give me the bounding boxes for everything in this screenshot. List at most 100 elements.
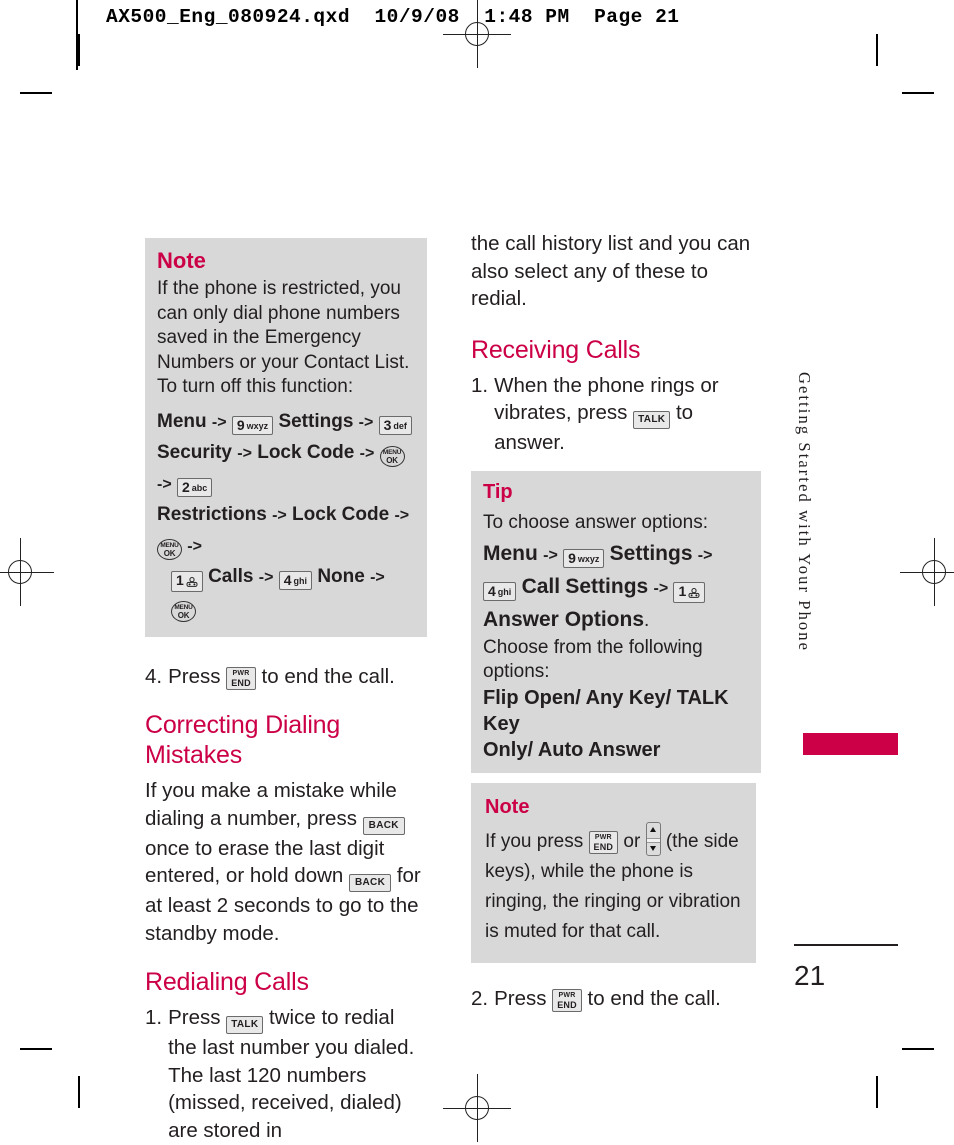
lock-code-label: Lock Code (257, 441, 355, 463)
calls-label: Calls (208, 565, 254, 587)
step-number: 2. (471, 986, 489, 1010)
registration-mark-left (0, 538, 54, 606)
crop-mark-bottom-right-v (876, 1076, 878, 1108)
menu-ok-key-icon: MENU OK (379, 445, 405, 467)
back-key-icon: BACK (362, 816, 405, 835)
tip-callout-box: Tip To choose answer options: Menu -> 9w… (471, 470, 761, 773)
menu-label: Menu (483, 541, 538, 565)
arrow-glyph: -> (653, 579, 669, 597)
note-box-paragraph: If the phone is restricted, you can only… (157, 278, 410, 397)
arrow-glyph: -> (258, 568, 274, 586)
back-key-icon: BACK (349, 874, 392, 892)
continuation-paragraph: the call history list and you can also s… (471, 232, 751, 310)
period: . (644, 609, 650, 631)
note-path-line-1: Menu -> 9 wxyz Settings -> 3 def (157, 407, 415, 438)
step-4: 4. Press PWR END to end the call. (145, 663, 427, 690)
tip-choose-line: Choose from the following options: (483, 636, 703, 683)
arrow-glyph: -> (237, 444, 252, 462)
registration-mark-bottom (443, 1074, 511, 1142)
note-path-line-2: Security -> Lock Code -> MENU OK -> 2 abc (157, 438, 415, 500)
tip-options-line-2: Only/ Auto Answer (483, 738, 661, 761)
security-label: Security (157, 441, 232, 463)
settings-label-2: Settings (565, 574, 649, 598)
chapter-tab-marker (803, 733, 898, 755)
arrow-glyph: -> (697, 546, 713, 564)
note-callout-box-right: Note If you press PWR END or (the side ke… (471, 782, 756, 963)
crop-mark-bottom-left-h (20, 1048, 52, 1050)
pwr-end-key-icon: PWR END (588, 831, 619, 854)
menu-label: Menu (157, 410, 207, 432)
talk-key-icon: TALK (633, 411, 671, 429)
pwr-end-key-icon: PWR END (552, 989, 582, 1012)
step-text-before: Press (494, 986, 547, 1010)
tip-intro: To choose answer options: (483, 511, 708, 533)
key-1-voicemail-icon: 1 (171, 570, 203, 592)
crop-mark-top-right-v (876, 34, 878, 66)
key-3-icon: 3 def (378, 415, 412, 435)
arrow-glyph: -> (543, 546, 558, 564)
arrow-glyph: -> (211, 413, 227, 431)
arrow-glyph: -> (394, 506, 410, 524)
arrow-glyph: -> (272, 506, 287, 524)
restrictions-label: Restrictions (157, 503, 267, 525)
step-2: 2. Press PWR END to end the call. (471, 985, 761, 1012)
step-text-before: Press (168, 1006, 221, 1029)
key-4-icon: 4 ghi (483, 581, 517, 601)
registration-mark-right (900, 538, 954, 606)
prepress-header: AX500_Eng_080924.qxd 10/9/08 1:48 PM Pag… (106, 6, 680, 28)
heading-receiving-calls: Receiving Calls (471, 335, 641, 364)
arrow-glyph: -> (157, 475, 172, 493)
answer-options-label: Answer Options (483, 607, 645, 631)
note-path-line-4: 1 Calls -> 4 ghi None -> MENU OK (157, 562, 415, 623)
heading-redialing-calls: Redialing Calls (145, 968, 309, 996)
key-9-icon: 9 wxyz (231, 415, 274, 435)
crop-mark-top-left-h (20, 92, 52, 94)
note-part-2: or (623, 830, 641, 852)
arrow-glyph: -> (187, 537, 202, 555)
settings-label: Settings (609, 541, 693, 565)
call-label: Call (521, 574, 561, 598)
settings-label: Settings (278, 410, 354, 432)
key-9-icon: 9 wxyz (563, 548, 605, 568)
correcting-dialing-paragraph: If you make a mistake while dialing a nu… (145, 777, 427, 947)
step-number: 1. (145, 1006, 163, 1029)
note-box-title: Note (485, 795, 530, 818)
note-part-1: If you press (485, 830, 584, 852)
left-column: Note If the phone is restricted, you can… (145, 238, 427, 1144)
step-text: When the phone rings or vibrates, press … (494, 372, 761, 457)
running-head: Getting Started with Your Phone (787, 372, 821, 732)
note-box-text: If you press PWR END or (the side keys), … (485, 821, 744, 947)
right-column: the call history list and you can also s… (471, 230, 761, 1012)
none-label: None (317, 565, 365, 587)
key-1-voicemail-icon: 1 (673, 581, 706, 603)
page-number: 21 (794, 960, 826, 991)
menu-ok-key-icon: MENU OK (171, 600, 196, 622)
step-text-before: Press (168, 664, 221, 688)
key-2-icon: 2 abc (176, 477, 213, 497)
registration-mark-top (443, 0, 511, 68)
talk-key-icon: TALK (226, 1016, 264, 1034)
running-head-text: Getting Started with Your Phone (795, 372, 814, 653)
tip-box-title: Tip (483, 480, 513, 503)
step-text: Press PWR END to end the call. (494, 985, 761, 1012)
heading-correcting-dialing-mistakes: Correcting Dialing Mistakes (145, 711, 341, 769)
paragraph-part-1: If you make a mistake while dialing a nu… (145, 779, 397, 830)
arrow-glyph: -> (359, 444, 375, 462)
lock-code-label: Lock Code (292, 503, 390, 525)
pwr-end-key-icon: PWR END (226, 667, 256, 690)
menu-ok-key-icon: MENU OK (157, 538, 182, 560)
note-box-title: Note (157, 248, 206, 273)
crop-mark-bottom-left-v (78, 1076, 80, 1108)
step-number: 1. (471, 373, 489, 397)
tip-options-line-1: Flip Open/ Any Key/ TALK Key (483, 686, 729, 735)
crop-mark-top-right-h (902, 92, 934, 94)
redial-step-1: 1. Press TALK twice to redial the last n… (145, 1004, 427, 1144)
crop-mark-top-left-v (78, 34, 80, 66)
receiving-step-1: 1. When the phone rings or vibrates, pre… (471, 372, 761, 457)
arrow-glyph: -> (370, 568, 385, 586)
step-text-after: to end the call. (261, 664, 395, 688)
step-text: Press PWR END to end the call. (168, 663, 427, 690)
step-text: Press TALK twice to redial the last numb… (168, 1004, 427, 1144)
step-text-after: to end the call. (587, 986, 721, 1010)
note-callout-box: Note If the phone is restricted, you can… (145, 238, 427, 637)
